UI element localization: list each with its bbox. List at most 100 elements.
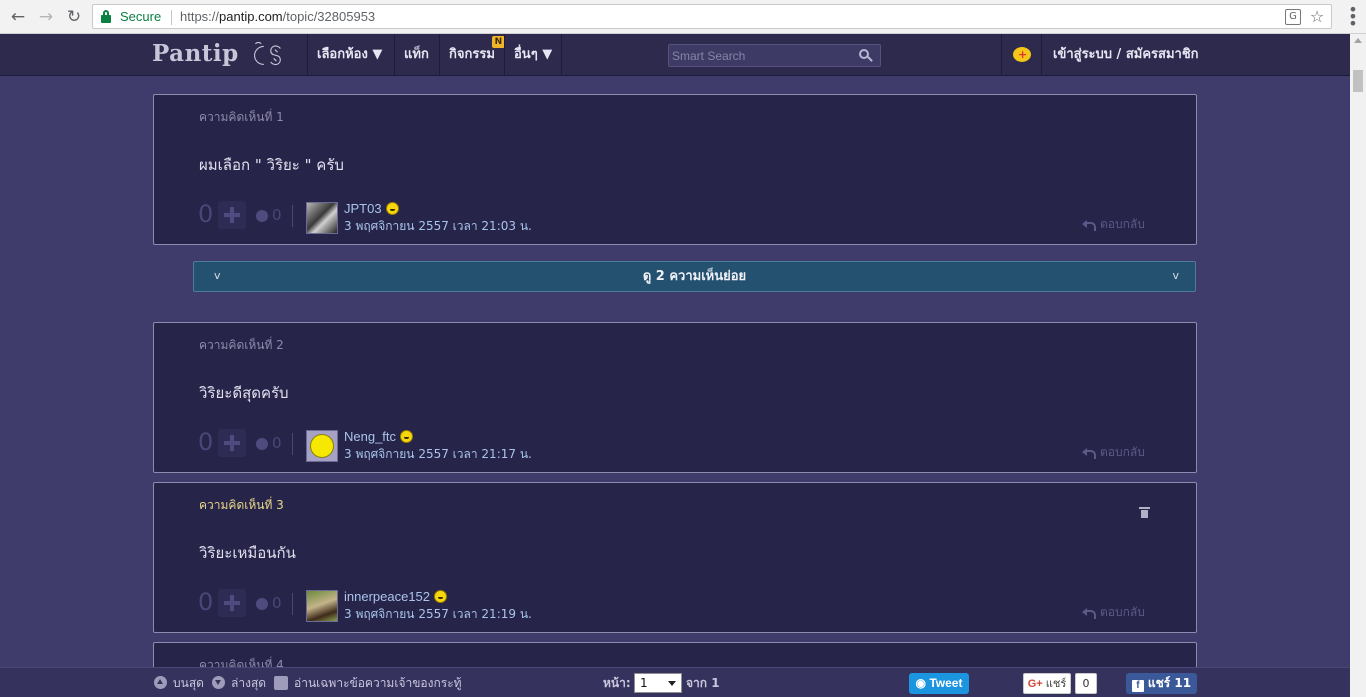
vote-divider	[292, 593, 293, 615]
bottom-toolbar: บนสุด ล่างสุด อ่านเฉพาะข้อความเจ้าของกระ…	[0, 667, 1350, 697]
page-label: หน้า:	[603, 676, 631, 690]
username-link[interactable]: Neng_ftc	[344, 429, 414, 444]
url-path: /topic/32805953	[282, 9, 376, 24]
menu-tags-label: แท็ก	[404, 47, 429, 62]
page-select[interactable]: 1	[634, 673, 682, 693]
avatar[interactable]	[306, 202, 338, 234]
search-icon[interactable]	[859, 49, 873, 63]
comment-date: 3 พฤศจิกายน 2557 เวลา 21:19 น.	[344, 607, 532, 621]
reply-label: ตอบกลับ	[1100, 217, 1145, 231]
gplus-share-button[interactable]: G+ แชร์	[1023, 673, 1071, 694]
menu-tags[interactable]: แท็ก	[394, 34, 438, 76]
username-link[interactable]: JPT03	[344, 201, 399, 216]
reply-arrow-icon	[1082, 607, 1096, 619]
emotion-count: 0	[272, 206, 282, 224]
vote-plus-button[interactable]	[218, 589, 246, 617]
trash-icon[interactable]	[1139, 507, 1150, 518]
login-register-link[interactable]: เข้าสู่ระบบ / สมัครสมาชิก	[1053, 34, 1199, 76]
gplus-share-count: 0	[1075, 673, 1097, 694]
menu-others[interactable]: อื่นๆ ▼	[504, 34, 563, 76]
reader-icon	[274, 676, 288, 690]
menu-activities[interactable]: กิจกรรม N	[439, 34, 507, 76]
comment-body: วิริยะเหมือนกัน	[199, 544, 296, 562]
tweet-button[interactable]: ◉ Tweet	[909, 673, 969, 694]
vote-count: 0	[198, 200, 214, 228]
owner-only-label: อ่านเฉพาะข้อความเจ้าของกระทู้	[294, 676, 462, 690]
arrow-down-icon	[212, 676, 225, 689]
page-select-value: 1	[640, 676, 648, 690]
comment-body: ผมเลือก " วิริยะ " ครับ	[199, 156, 344, 174]
reply-label: ตอบกลับ	[1100, 445, 1145, 459]
pantip-logo[interactable]: Pantip	[152, 40, 239, 67]
smiley-icon	[400, 430, 414, 443]
browser-toolbar: ← → ↻ Secure https://pantip.com/topic/32…	[0, 0, 1366, 34]
reply-arrow-icon	[1082, 219, 1096, 231]
vote-plus-button[interactable]	[218, 201, 246, 229]
bookmark-star-icon[interactable]: ☆	[1309, 9, 1325, 25]
reply-button[interactable]: ตอบกลับ	[1082, 603, 1145, 622]
reply-arrow-icon	[1082, 447, 1096, 459]
secure-label: Secure	[120, 9, 162, 24]
comment-heading: ความคิดเห็นที่ 1	[199, 110, 284, 124]
chat-bubble-icon[interactable]: +	[1013, 47, 1031, 62]
avatar[interactable]	[306, 430, 338, 462]
username-link[interactable]: innerpeace152	[344, 589, 448, 604]
username-text: JPT03	[344, 201, 382, 216]
comment-card: ความคิดเห็นที่ 1 ผมเลือก " วิริยะ " ครับ…	[153, 94, 1197, 245]
url-text[interactable]: https://pantip.com/topic/32805953	[180, 9, 375, 24]
menu-others-label: อื่นๆ ▼	[514, 47, 553, 62]
header-divider	[1001, 34, 1002, 76]
comment-card: ความคิดเห็นที่ 3 วิริยะเหมือนกัน 0 0 inn…	[153, 482, 1197, 633]
scroll-bottom-label: ล่างสุด	[231, 676, 267, 690]
arrow-up-icon	[154, 676, 167, 689]
view-subcomments-bar[interactable]: v ดู 2 ความเห็นย่อย v	[193, 261, 1196, 292]
reply-button[interactable]: ตอบกลับ	[1082, 215, 1145, 234]
username-text: innerpeace152	[344, 589, 431, 604]
url-divider	[171, 10, 172, 25]
page-total-label: จาก 1	[686, 676, 720, 690]
smiley-icon	[385, 202, 399, 215]
translate-icon[interactable]: G	[1285, 9, 1301, 25]
comment-heading: ความคิดเห็นที่ 3	[199, 498, 284, 512]
lock-icon	[101, 10, 111, 23]
scroll-thumb[interactable]	[1353, 70, 1363, 92]
emotion-icon[interactable]	[256, 598, 268, 610]
smiley-face-icon	[310, 434, 334, 458]
comment-date: 3 พฤศจิกายน 2557 เวลา 21:03 น.	[344, 219, 532, 233]
avatar[interactable]	[306, 590, 338, 622]
scroll-up-arrow-icon[interactable]	[1354, 38, 1362, 43]
comment-heading: ความคิดเห็นที่ 2	[199, 338, 284, 352]
menu-choose-room-label: เลือกห้อง ▼	[317, 47, 383, 62]
address-bar[interactable]: Secure https://pantip.com/topic/32805953…	[92, 4, 1332, 29]
back-arrow-icon[interactable]: ←	[6, 5, 30, 29]
owner-only-button[interactable]: อ่านเฉพาะข้อความเจ้าของกระทู้	[274, 668, 462, 697]
forward-arrow-icon[interactable]: →	[34, 5, 58, 29]
emotion-icon[interactable]	[256, 210, 268, 222]
smart-search-input[interactable]	[672, 47, 852, 65]
smart-search-box[interactable]	[668, 44, 881, 67]
facebook-share-button[interactable]: f แชร์ 11	[1126, 673, 1197, 694]
facebook-share-label: แชร์ 11	[1147, 676, 1192, 690]
vote-plus-button[interactable]	[218, 429, 246, 457]
smiley-icon	[434, 590, 448, 603]
url-host: pantip.com	[219, 9, 283, 24]
browser-menu-icon[interactable]: • • •	[1348, 2, 1358, 32]
menu-activities-label: กิจกรรม	[449, 47, 495, 62]
comment-body: วิริยะดีสุดครับ	[199, 384, 289, 402]
comment-date: 3 พฤศจิกายน 2557 เวลา 21:17 น.	[344, 447, 532, 461]
site-header: Pantip ꉓꌗ เลือกห้อง ▼ แท็ก กิจกรรม N อื่น…	[0, 34, 1350, 76]
emotion-icon[interactable]	[256, 438, 268, 450]
vote-divider	[292, 433, 293, 455]
page-scrollbar[interactable]	[1350, 34, 1366, 697]
gplus-icon: G+	[1027, 678, 1046, 690]
scroll-bottom-button[interactable]: ล่างสุด	[212, 668, 266, 697]
facebook-icon: f	[1131, 680, 1144, 692]
menu-choose-room[interactable]: เลือกห้อง ▼	[307, 34, 391, 76]
emotion-count: 0	[272, 594, 282, 612]
username-text: Neng_ftc	[344, 429, 397, 444]
scroll-top-button[interactable]: บนสุด	[154, 668, 204, 697]
reload-icon[interactable]: ↻	[62, 5, 86, 29]
dropdown-arrow-icon	[668, 681, 676, 686]
scroll-top-label: บนสุด	[173, 676, 204, 690]
reply-button[interactable]: ตอบกลับ	[1082, 443, 1145, 462]
